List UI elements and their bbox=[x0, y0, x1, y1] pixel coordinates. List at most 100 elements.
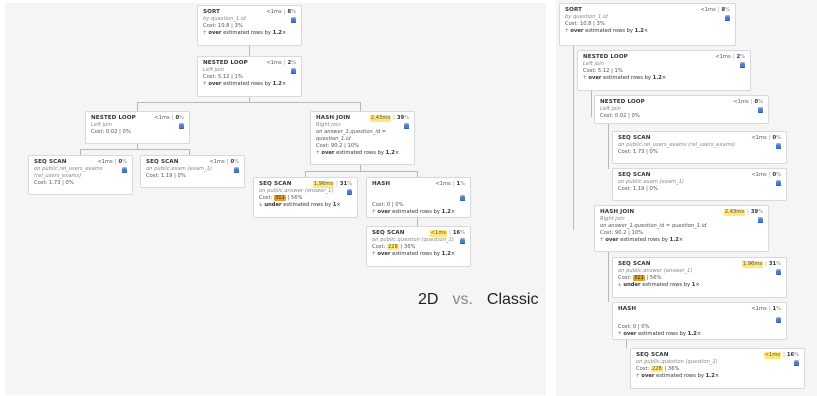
node-title: SEQ SCAN bbox=[372, 230, 405, 236]
node-cost: Cost: 228 | 36% bbox=[636, 366, 680, 372]
node-cost: Cost: 228 | 36% bbox=[372, 244, 416, 250]
plan-node-seq-scan[interactable]: SEQ SCAN <1ms | 16% on public.question (qu… bbox=[366, 226, 471, 267]
connector bbox=[137, 102, 360, 103]
node-estimate: 🡡 over estimated rows by 1.2× bbox=[203, 81, 287, 87]
database-icon bbox=[234, 167, 239, 173]
connector bbox=[626, 340, 627, 348]
node-time: <1ms bbox=[429, 230, 448, 237]
plan-node-seq-scan[interactable]: SEQ SCAN <1ms | 0% on public.rel_users_exa… bbox=[28, 155, 133, 195]
node-estimate: 🡡 over estimated rows by 1.2× bbox=[600, 237, 684, 243]
node-cost: Cost: 311 | 56% bbox=[618, 275, 662, 281]
node-subtitle: by question_1.id bbox=[565, 14, 608, 20]
connector bbox=[360, 102, 361, 111]
caption-2d: 2D bbox=[418, 291, 439, 308]
node-time: <1ms bbox=[751, 135, 767, 141]
connector bbox=[305, 171, 417, 172]
node-time: <1ms bbox=[266, 60, 282, 66]
node-time: 1,96ms bbox=[312, 181, 335, 188]
node-subtitle: by question_1.id bbox=[203, 16, 246, 22]
connector bbox=[608, 252, 609, 302]
node-time: <1ms bbox=[715, 54, 731, 60]
plan-node-nested-loop[interactable]: NESTED LOOP <1ms | 0% Left join Cost: 0.02… bbox=[85, 111, 190, 144]
connector bbox=[417, 218, 418, 226]
connector bbox=[573, 46, 574, 230]
node-cost: Cost: 0.02 | 0% bbox=[91, 129, 131, 135]
database-icon bbox=[725, 15, 730, 21]
node-subtitle: on public.answer (answer_1) bbox=[618, 268, 693, 274]
plan-node-sort[interactable]: SORT <1ms | 8% by question_1.id Cost: 10.8… bbox=[197, 5, 302, 46]
node-subtitle: Right join bbox=[600, 216, 625, 222]
node-time: <1ms bbox=[733, 99, 749, 105]
classic-node-hash[interactable]: HASH <1ms | 1% Cost: 0 | 0% 🡡 over estimat… bbox=[612, 302, 787, 340]
node-join-condition: on answer_1.question_id = question_1.id bbox=[600, 223, 707, 229]
comparison-caption: 2D vs. Classic bbox=[418, 291, 538, 309]
node-subtitle: Left join bbox=[91, 122, 112, 128]
node-title: NESTED LOOP bbox=[91, 115, 136, 121]
database-icon bbox=[291, 68, 296, 74]
node-subtitle: Left join bbox=[583, 61, 604, 67]
node-time: <1ms bbox=[154, 115, 170, 121]
node-title: SEQ SCAN bbox=[34, 159, 67, 165]
node-subtitle: on public.exam (exam_1) bbox=[146, 166, 212, 172]
database-icon bbox=[460, 238, 465, 244]
node-cost: Cost: 10.8 | 3% bbox=[203, 23, 243, 29]
node-cost: Cost: 90.2 | 10% bbox=[316, 143, 360, 149]
node-subtitle: Right join bbox=[316, 122, 341, 128]
database-icon bbox=[776, 143, 781, 149]
node-cost: Cost: 1.73 | 0% bbox=[618, 149, 658, 155]
connector bbox=[591, 91, 592, 117]
node-cost: Cost: 1.19 | 0% bbox=[146, 173, 186, 179]
plan-node-seq-scan[interactable]: SEQ SCAN <1ms | 0% on public.exam (exam_1)… bbox=[140, 155, 245, 188]
node-cost: Cost: 0 | 0% bbox=[372, 202, 404, 208]
classic-node-nested-loop[interactable]: NESTED LOOP <1ms | 0% Left join Cost: 0.02… bbox=[594, 95, 769, 124]
classic-node-seq-scan[interactable]: SEQ SCAN <1ms | 16% on public.question (qu… bbox=[630, 348, 805, 389]
node-title: HASH JOIN bbox=[600, 209, 635, 215]
plan-node-hash[interactable]: HASH <1ms | 1% Cost: 0 | 0% 🡡 over estimat… bbox=[366, 177, 471, 218]
node-time: <1ms bbox=[751, 306, 767, 312]
classic-node-sort[interactable]: SORT <1ms | 8% by question_1.id Cost: 10.8… bbox=[559, 3, 736, 46]
node-estimate: 🡣 under estimated rows by 1× bbox=[618, 282, 700, 288]
node-subtitle: on public.rel_users_exams (rel_users_exa… bbox=[34, 166, 103, 179]
node-estimate: 🡣 under estimated rows by 1× bbox=[259, 202, 341, 208]
node-title: HASH bbox=[372, 181, 391, 187]
node-estimate: 🡡 over estimated rows by 1.2× bbox=[372, 209, 456, 215]
plan-node-nested-loop[interactable]: NESTED LOOP <1ms | 2% Left join Cost: 5.12… bbox=[197, 56, 302, 97]
node-percent: 31 bbox=[768, 261, 777, 267]
classic-node-seq-scan[interactable]: SEQ SCAN 1,96ms | 31% on public.answer (an… bbox=[612, 257, 787, 298]
node-percent: 31 bbox=[339, 181, 348, 187]
node-cost: Cost: 0.02 | 0% bbox=[600, 113, 640, 119]
node-percent: 16 bbox=[786, 352, 795, 358]
node-estimate: 🡡 over estimated rows by 1.2× bbox=[565, 28, 649, 34]
node-time: <1ms bbox=[266, 9, 282, 15]
node-time: <1ms bbox=[751, 172, 767, 178]
plan-node-hash-join[interactable]: HASH JOIN 2,43ms | 39% Right join on answe… bbox=[310, 111, 415, 165]
classic-node-nested-loop[interactable]: NESTED LOOP <1ms | 2% Left join Cost: 5.12… bbox=[577, 50, 751, 91]
database-icon bbox=[291, 17, 296, 23]
node-cost: Cost: 10.8 | 3% bbox=[565, 21, 605, 27]
node-title: SEQ SCAN bbox=[618, 135, 651, 141]
database-icon bbox=[776, 269, 781, 275]
database-icon bbox=[776, 180, 781, 186]
node-cost: Cost: 311 | 56% bbox=[259, 195, 303, 201]
node-estimate: 🡡 over estimated rows by 1.2× bbox=[618, 331, 702, 337]
node-subtitle: on public.answer (answer_1) bbox=[259, 188, 334, 194]
node-percent: 39 bbox=[396, 115, 405, 121]
plan-node-seq-scan[interactable]: SEQ SCAN 1,96ms | 31% on public.answer (an… bbox=[253, 177, 358, 218]
node-time: <1ms bbox=[209, 159, 225, 165]
node-estimate: 🡡 over estimated rows by 1.2× bbox=[636, 373, 720, 379]
node-subtitle: on public.question (question_1) bbox=[372, 237, 454, 243]
classic-node-hash-join[interactable]: HASH JOIN 2,43ms | 39% Right join on answe… bbox=[594, 205, 769, 252]
classic-node-seq-scan[interactable]: SEQ SCAN <1ms | 0% on public.exam (exam_1)… bbox=[612, 168, 787, 201]
classic-node-seq-scan[interactable]: SEQ SCAN <1ms | 0% on public.rel_users_exa… bbox=[612, 131, 787, 164]
node-time: <1ms bbox=[700, 7, 716, 13]
database-icon bbox=[758, 217, 763, 223]
database-icon bbox=[758, 107, 763, 113]
node-title: SORT bbox=[565, 7, 583, 13]
node-join-condition: on answer_1.question_id = question_1.id bbox=[316, 129, 387, 142]
node-estimate: 🡡 over estimated rows by 1.2× bbox=[316, 150, 400, 156]
node-title: NESTED LOOP bbox=[583, 54, 628, 60]
node-subtitle: on public.question (question_1) bbox=[636, 359, 718, 365]
node-percent: 16 bbox=[452, 230, 461, 236]
node-subtitle: on public.rel_users_exams (rel_users_exa… bbox=[618, 142, 736, 148]
database-icon bbox=[776, 317, 781, 323]
